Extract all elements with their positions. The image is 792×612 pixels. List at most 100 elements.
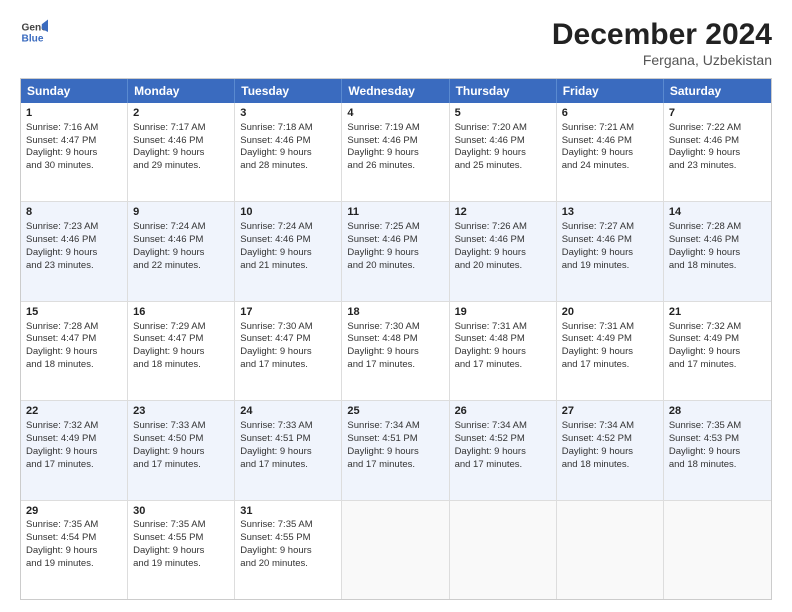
cal-cell: 11Sunrise: 7:25 AM Sunset: 4:46 PM Dayli… [342, 202, 449, 300]
day-info-line: Sunrise: 7:35 AM [133, 519, 205, 530]
day-info-line: Daylight: 9 hours [240, 247, 311, 258]
day-info-line: Sunset: 4:49 PM [26, 433, 96, 444]
cal-cell: 15Sunrise: 7:28 AM Sunset: 4:47 PM Dayli… [21, 302, 128, 400]
day-info-line: and 28 minutes. [240, 160, 308, 171]
day-info-line: and 18 minutes. [562, 459, 630, 470]
day-info-line: Daylight: 9 hours [455, 147, 526, 158]
cal-cell: 8Sunrise: 7:23 AM Sunset: 4:46 PM Daylig… [21, 202, 128, 300]
cal-cell: 4Sunrise: 7:19 AM Sunset: 4:46 PM Daylig… [342, 103, 449, 201]
day-info-line: Sunrise: 7:33 AM [133, 420, 205, 431]
generalblue-logo-icon: General Blue [20, 18, 48, 46]
cal-cell: 3Sunrise: 7:18 AM Sunset: 4:46 PM Daylig… [235, 103, 342, 201]
day-number: 9 [133, 205, 229, 220]
day-info-line: Sunrise: 7:22 AM [669, 122, 741, 133]
day-info-line: Daylight: 9 hours [133, 147, 204, 158]
day-info-line: and 17 minutes. [133, 459, 201, 470]
day-number: 14 [669, 205, 766, 220]
cal-week: 29Sunrise: 7:35 AM Sunset: 4:54 PM Dayli… [21, 500, 771, 599]
day-info-line: Daylight: 9 hours [133, 446, 204, 457]
day-info-line: and 17 minutes. [347, 459, 415, 470]
day-number: 25 [347, 404, 443, 419]
day-info-line: Sunrise: 7:24 AM [133, 221, 205, 232]
calendar-body: 1Sunrise: 7:16 AM Sunset: 4:47 PM Daylig… [21, 103, 771, 599]
cal-header-cell: Friday [557, 79, 664, 103]
day-info-line: Sunrise: 7:34 AM [455, 420, 527, 431]
cal-cell: 24Sunrise: 7:33 AM Sunset: 4:51 PM Dayli… [235, 401, 342, 499]
cal-cell: 18Sunrise: 7:30 AM Sunset: 4:48 PM Dayli… [342, 302, 449, 400]
day-info-line: Sunset: 4:47 PM [26, 135, 96, 146]
day-info-line: Sunset: 4:46 PM [562, 234, 632, 245]
day-number: 6 [562, 106, 658, 121]
cal-cell: 12Sunrise: 7:26 AM Sunset: 4:46 PM Dayli… [450, 202, 557, 300]
cal-cell: 1Sunrise: 7:16 AM Sunset: 4:47 PM Daylig… [21, 103, 128, 201]
cal-header-cell: Tuesday [235, 79, 342, 103]
day-info-line: Sunrise: 7:27 AM [562, 221, 634, 232]
day-info-line: Daylight: 9 hours [562, 147, 633, 158]
day-info-line: Sunset: 4:52 PM [455, 433, 525, 444]
day-info-line: Sunrise: 7:18 AM [240, 122, 312, 133]
day-number: 11 [347, 205, 443, 220]
cal-cell [664, 501, 771, 599]
day-info-line: Sunset: 4:46 PM [669, 135, 739, 146]
cal-cell: 23Sunrise: 7:33 AM Sunset: 4:50 PM Dayli… [128, 401, 235, 499]
day-info-line: Sunrise: 7:26 AM [455, 221, 527, 232]
day-info-line: Sunrise: 7:24 AM [240, 221, 312, 232]
day-info-line: Daylight: 9 hours [455, 247, 526, 258]
day-number: 27 [562, 404, 658, 419]
day-info-line: Sunset: 4:46 PM [669, 234, 739, 245]
day-info-line: Sunrise: 7:30 AM [347, 321, 419, 332]
day-info-line: and 18 minutes. [669, 260, 737, 271]
cal-cell: 30Sunrise: 7:35 AM Sunset: 4:55 PM Dayli… [128, 501, 235, 599]
cal-week: 22Sunrise: 7:32 AM Sunset: 4:49 PM Dayli… [21, 400, 771, 499]
day-number: 18 [347, 305, 443, 320]
day-info-line: and 26 minutes. [347, 160, 415, 171]
cal-header-cell: Thursday [450, 79, 557, 103]
calendar-header-row: SundayMondayTuesdayWednesdayThursdayFrid… [21, 79, 771, 103]
day-info-line: Sunset: 4:48 PM [455, 333, 525, 344]
day-info-line: Daylight: 9 hours [669, 346, 740, 357]
day-number: 26 [455, 404, 551, 419]
day-info-line: Daylight: 9 hours [347, 147, 418, 158]
day-info-line: and 25 minutes. [455, 160, 523, 171]
day-info-line: Sunset: 4:46 PM [133, 234, 203, 245]
day-info-line: Daylight: 9 hours [240, 446, 311, 457]
day-info-line: and 23 minutes. [669, 160, 737, 171]
day-info-line: and 17 minutes. [455, 359, 523, 370]
logo: General Blue [20, 18, 48, 46]
cal-week: 1Sunrise: 7:16 AM Sunset: 4:47 PM Daylig… [21, 103, 771, 201]
cal-cell: 31Sunrise: 7:35 AM Sunset: 4:55 PM Dayli… [235, 501, 342, 599]
day-info-line: and 18 minutes. [133, 359, 201, 370]
day-info-line: Daylight: 9 hours [133, 247, 204, 258]
cal-cell: 22Sunrise: 7:32 AM Sunset: 4:49 PM Dayli… [21, 401, 128, 499]
day-info-line: Sunrise: 7:25 AM [347, 221, 419, 232]
day-number: 4 [347, 106, 443, 121]
cal-cell: 17Sunrise: 7:30 AM Sunset: 4:47 PM Dayli… [235, 302, 342, 400]
day-info-line: Sunset: 4:55 PM [240, 532, 310, 543]
day-info-line: Sunset: 4:50 PM [133, 433, 203, 444]
day-number: 20 [562, 305, 658, 320]
day-info-line: Sunset: 4:47 PM [240, 333, 310, 344]
day-info-line: and 17 minutes. [562, 359, 630, 370]
day-info-line: Sunset: 4:48 PM [347, 333, 417, 344]
day-info-line: Sunset: 4:46 PM [455, 234, 525, 245]
cal-cell [557, 501, 664, 599]
day-info-line: Sunrise: 7:23 AM [26, 221, 98, 232]
day-info-line: Sunset: 4:46 PM [240, 234, 310, 245]
cal-header-cell: Wednesday [342, 79, 449, 103]
day-number: 29 [26, 504, 122, 519]
day-info-line: Sunrise: 7:31 AM [455, 321, 527, 332]
day-number: 3 [240, 106, 336, 121]
day-info-line: Daylight: 9 hours [26, 247, 97, 258]
day-number: 22 [26, 404, 122, 419]
day-info-line: Sunrise: 7:30 AM [240, 321, 312, 332]
day-info-line: and 20 minutes. [240, 558, 308, 569]
cal-cell: 10Sunrise: 7:24 AM Sunset: 4:46 PM Dayli… [235, 202, 342, 300]
day-info-line: Daylight: 9 hours [240, 147, 311, 158]
day-info-line: Sunrise: 7:28 AM [26, 321, 98, 332]
day-info-line: Sunset: 4:51 PM [347, 433, 417, 444]
day-info-line: Sunrise: 7:35 AM [669, 420, 741, 431]
day-info-line: Daylight: 9 hours [26, 346, 97, 357]
day-info-line: Daylight: 9 hours [347, 346, 418, 357]
day-info-line: Sunrise: 7:17 AM [133, 122, 205, 133]
day-info-line: and 20 minutes. [347, 260, 415, 271]
